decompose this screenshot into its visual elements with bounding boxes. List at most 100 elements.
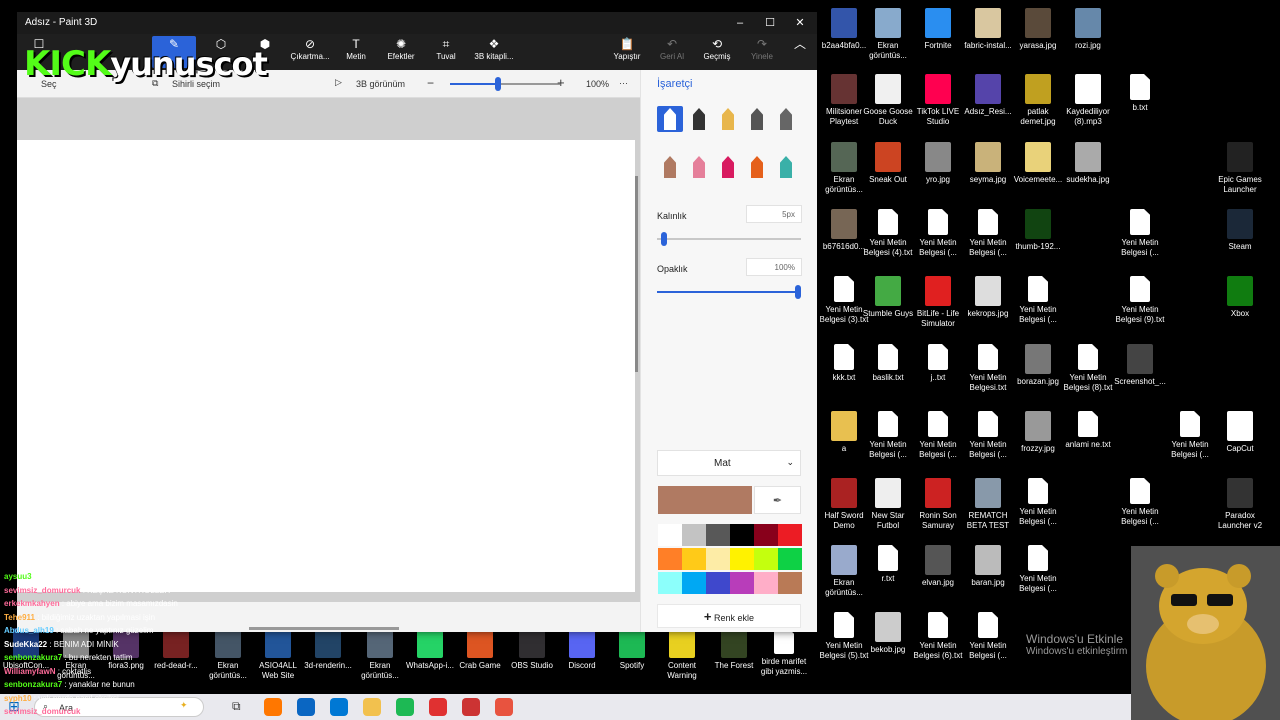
desktop-icon[interactable]: baran.jpg bbox=[962, 545, 1014, 588]
zoom-out-button[interactable]: − bbox=[427, 76, 434, 90]
desktop-icon[interactable]: elvan.jpg bbox=[912, 545, 964, 588]
desktop-icon[interactable]: j..txt bbox=[912, 344, 964, 383]
desktop-icon[interactable]: yro.jpg bbox=[912, 142, 964, 185]
desktop-icon[interactable]: WhatsApp-i... bbox=[404, 628, 456, 671]
tab-stickers[interactable]: ⊘ Çıkartma... bbox=[288, 36, 332, 68]
desktop-icon[interactable]: yarasa.jpg bbox=[1012, 8, 1064, 51]
finish-dropdown[interactable]: Mat ⌄ bbox=[657, 450, 801, 476]
opacity-slider-thumb[interactable] bbox=[795, 285, 801, 299]
collapse-ribbon-button[interactable]: ︿ bbox=[787, 36, 813, 68]
zoom-in-button[interactable]: + bbox=[557, 75, 565, 90]
palette-swatch[interactable] bbox=[730, 548, 754, 570]
desktop-icon[interactable]: Voicemeete... bbox=[1012, 142, 1064, 185]
desktop-icon[interactable]: fabric-instal... bbox=[962, 8, 1014, 51]
view3d-button[interactable]: 3B görünüm bbox=[356, 79, 405, 89]
desktop-icon[interactable]: Yeni Metin Belgesi (... bbox=[912, 209, 964, 258]
desktop-icon[interactable]: Paradox Launcher v2 bbox=[1214, 478, 1266, 531]
desktop-icon[interactable]: borazan.jpg bbox=[1012, 344, 1064, 387]
palette-swatch[interactable] bbox=[682, 524, 706, 546]
desktop-icon[interactable]: Yeni Metin Belgesi (... bbox=[962, 209, 1014, 258]
taskbar-app-icon[interactable] bbox=[330, 698, 348, 716]
desktop-icon[interactable]: Ekran görüntüs... bbox=[862, 8, 914, 61]
desktop-icon[interactable]: Yeni Metin Belgesi (... bbox=[1012, 545, 1064, 594]
brush-tool-row2-2[interactable] bbox=[686, 154, 712, 180]
add-color-button[interactable]: + Renk ekle bbox=[657, 604, 801, 628]
desktop-icon[interactable]: Yeni Metin Belgesi (4).txt bbox=[862, 209, 914, 258]
taskbar-app-icon[interactable] bbox=[429, 698, 447, 716]
tab-3d-library[interactable]: ❖ 3B kitapli... bbox=[469, 36, 519, 68]
tab-effects[interactable]: ✺ Efektler bbox=[379, 36, 423, 68]
palette-swatch[interactable] bbox=[778, 524, 802, 546]
desktop-icon[interactable]: Sneak Out bbox=[862, 142, 914, 185]
desktop-icon[interactable]: Yeni Metin Belgesi (... bbox=[912, 411, 964, 460]
desktop-icon[interactable]: baslik.txt bbox=[862, 344, 914, 383]
desktop-icon[interactable]: Stumble Guys bbox=[862, 276, 914, 319]
desktop-icon[interactable]: Spotify bbox=[606, 628, 658, 671]
eyedropper-button[interactable]: ✒ bbox=[754, 486, 801, 514]
desktop-icon[interactable]: frozzy.jpg bbox=[1012, 411, 1064, 454]
desktop-icon[interactable]: Kaydediliyor (8).mp3 bbox=[1062, 74, 1114, 127]
desktop-icon[interactable]: Yeni Metin Belgesi (... bbox=[1164, 411, 1216, 460]
desktop-icon[interactable]: Yeni Metin Belgesi (8).txt bbox=[1062, 344, 1114, 393]
desktop-icon[interactable]: Yeni Metin Belgesi (... bbox=[962, 411, 1014, 460]
desktop-icon[interactable]: Xbox bbox=[1214, 276, 1266, 319]
palette-swatch[interactable] bbox=[658, 572, 682, 594]
palette-swatch[interactable] bbox=[682, 572, 706, 594]
desktop-icon[interactable]: kekrops.jpg bbox=[962, 276, 1014, 319]
desktop-icon[interactable]: bekob.jpg bbox=[862, 612, 914, 655]
desktop-icon[interactable]: sudekha.jpg bbox=[1062, 142, 1114, 185]
desktop-icon[interactable]: CapCut bbox=[1214, 411, 1266, 454]
desktop-icon[interactable]: thumb-192... bbox=[1012, 209, 1064, 252]
desktop-icon[interactable]: Ekran görüntüs... bbox=[354, 628, 406, 681]
undo-button[interactable]: ↶ Geri Al bbox=[650, 36, 694, 68]
taskbar-app-icon[interactable] bbox=[462, 698, 480, 716]
opacity-input[interactable]: 100% bbox=[746, 258, 802, 276]
desktop-icon[interactable]: Steam bbox=[1214, 209, 1266, 252]
brush-tool-row1-4[interactable] bbox=[744, 106, 770, 132]
desktop-icon[interactable]: 3d-renderin... bbox=[302, 628, 354, 671]
desktop-icon[interactable]: Fortnite bbox=[912, 8, 964, 51]
palette-swatch[interactable] bbox=[778, 548, 802, 570]
palette-swatch[interactable] bbox=[682, 548, 706, 570]
palette-swatch[interactable] bbox=[658, 548, 682, 570]
desktop-icon[interactable]: Crab Game bbox=[454, 628, 506, 671]
taskbar-app-icon[interactable] bbox=[396, 698, 414, 716]
brush-tool-row2-5[interactable] bbox=[773, 154, 799, 180]
desktop-icon[interactable]: seyma.jpg bbox=[962, 142, 1014, 185]
brush-tool-row1-2[interactable] bbox=[686, 106, 712, 132]
taskbar-app-icon[interactable] bbox=[363, 698, 381, 716]
palette-swatch[interactable] bbox=[706, 524, 730, 546]
desktop-icon[interactable]: Yeni Metin Belgesi (... bbox=[962, 612, 1014, 661]
desktop-icon[interactable]: Content Warning bbox=[656, 628, 708, 681]
desktop-icon[interactable]: Yeni Metin Belgesi.txt bbox=[962, 344, 1014, 393]
desktop-icon[interactable]: birde marifet gibi yazmis... bbox=[758, 628, 810, 677]
brush-tool-row2-1[interactable] bbox=[657, 154, 683, 180]
tab-text[interactable]: T Metin bbox=[334, 36, 378, 68]
tab-canvas[interactable]: ⌗ Tuval bbox=[424, 36, 468, 68]
more-options-button[interactable]: ··· bbox=[619, 78, 628, 88]
desktop-icon[interactable]: Discord bbox=[556, 628, 608, 671]
desktop-icon[interactable]: anlami ne.txt bbox=[1062, 411, 1114, 450]
desktop-icon[interactable]: rozi.jpg bbox=[1062, 8, 1114, 51]
brush-tool-row2-4[interactable] bbox=[744, 154, 770, 180]
brush-tool-row1-5[interactable] bbox=[773, 106, 799, 132]
paste-button[interactable]: 📋 Yapıştır bbox=[605, 36, 649, 68]
desktop-icon[interactable]: Ronin Son Samuray bbox=[912, 478, 964, 531]
brush-tool-row1-3[interactable] bbox=[715, 106, 741, 132]
thickness-slider-thumb[interactable] bbox=[661, 232, 668, 246]
history-button[interactable]: ⟲ Geçmiş bbox=[695, 36, 739, 68]
maximize-button[interactable]: ☐ bbox=[755, 12, 785, 34]
desktop-icon[interactable]: Yeni Metin Belgesi (... bbox=[1114, 478, 1166, 527]
desktop-icon[interactable]: Goose Goose Duck bbox=[862, 74, 914, 127]
vertical-scrollbar[interactable] bbox=[635, 176, 638, 372]
desktop-icon[interactable]: r.txt bbox=[862, 545, 914, 584]
zoom-slider-thumb[interactable] bbox=[495, 77, 501, 91]
redo-button[interactable]: ↷ Yinele bbox=[740, 36, 784, 68]
desktop-icon[interactable]: b.txt bbox=[1114, 74, 1166, 113]
brush-tool-row1-1[interactable] bbox=[657, 106, 683, 132]
desktop-icon[interactable]: Yeni Metin Belgesi (6).txt bbox=[912, 612, 964, 661]
palette-swatch[interactable] bbox=[754, 524, 778, 546]
palette-swatch[interactable] bbox=[658, 524, 682, 546]
desktop-icon[interactable]: Screenshot_... bbox=[1114, 344, 1166, 387]
desktop-icon[interactable]: Epic Games Launcher bbox=[1214, 142, 1266, 195]
